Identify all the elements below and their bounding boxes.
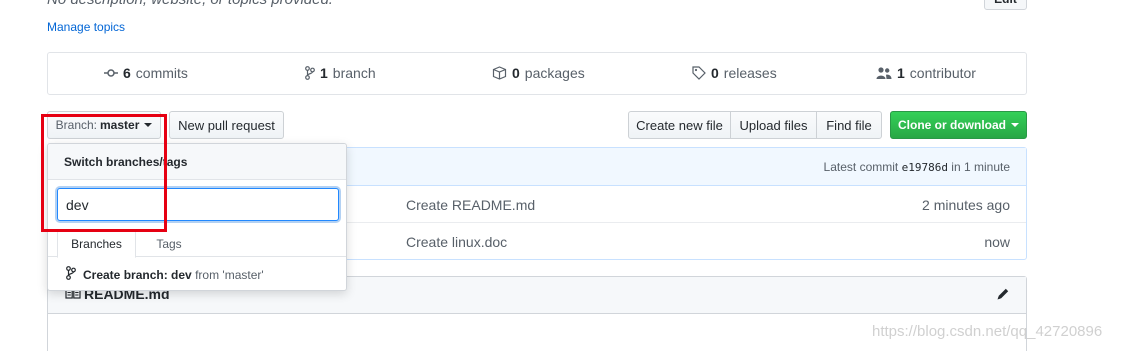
contributors-stat[interactable]: 1 contributor [876, 65, 976, 81]
branch-dropdown-tabs: Branches Tags [48, 230, 346, 258]
branch-icon [305, 66, 315, 80]
create-branch-source: from 'master' [195, 267, 264, 282]
tab-tags[interactable]: Tags [140, 230, 198, 258]
releases-count: 0 [711, 65, 719, 81]
create-branch-prefix: Create branch: [83, 267, 168, 282]
clone-label: Clone or download [898, 118, 1006, 132]
releases-stat[interactable]: 0 releases [692, 65, 777, 81]
commits-label: commits [135, 65, 188, 81]
create-branch-item[interactable]: Create branch: dev from 'master' [66, 266, 264, 283]
repo-description: No description, website, or topics provi… [47, 0, 333, 8]
file-commit-message[interactable]: Create linux.doc [406, 234, 507, 250]
branch-dropdown-title: Switch branches/tags [64, 155, 188, 169]
latest-commit-label: Latest commit [823, 160, 899, 174]
package-icon [492, 66, 507, 80]
commits-count: 6 [123, 65, 131, 81]
tag-icon [692, 66, 706, 80]
tab-branches[interactable]: Branches [57, 230, 136, 258]
branch-dropdown: Switch branches/tags Branches Tags Creat… [47, 143, 347, 291]
clone-or-download-button[interactable]: Clone or download [890, 111, 1027, 139]
edit-description-button[interactable]: Edit [984, 0, 1027, 10]
create-branch-name: dev [171, 267, 192, 282]
releases-label: releases [723, 65, 777, 81]
file-commit-age: now [984, 234, 1010, 250]
latest-commit: Latest commit e19786d in 1 minute [824, 160, 1010, 174]
packages-stat[interactable]: 0 packages [492, 65, 585, 81]
manage-topics-link[interactable]: Manage topics [47, 20, 125, 34]
file-commit-age: 2 minutes ago [922, 197, 1010, 213]
people-icon [876, 66, 892, 80]
pencil-icon[interactable] [996, 287, 1010, 304]
find-file-button[interactable]: Find file [816, 111, 882, 139]
packages-label: packages [524, 65, 585, 81]
branches-count: 1 [320, 65, 328, 81]
branch-dropdown-header: Switch branches/tags [48, 144, 346, 180]
caret-down-icon [1011, 123, 1019, 127]
caret-down-icon [144, 123, 153, 127]
commits-stat[interactable]: 6 commits [104, 65, 188, 81]
latest-commit-time: in 1 minute [951, 160, 1010, 174]
branches-stat[interactable]: 1 branch [305, 65, 376, 81]
create-new-file-button[interactable]: Create new file [628, 111, 731, 139]
watermark: https://blog.csdn.net/qq_42720896 [872, 323, 1103, 340]
upload-files-button[interactable]: Upload files [730, 111, 817, 139]
current-branch-name: master [100, 118, 140, 132]
new-pull-request-button[interactable]: New pull request [169, 111, 284, 139]
contributors-count: 1 [897, 65, 905, 81]
branch-filter-input[interactable] [57, 188, 339, 221]
repo-summary-bar: 6 commits 1 branch 0 packages 0 releases… [47, 52, 1027, 95]
contributors-label: contributor [909, 65, 976, 81]
packages-count: 0 [512, 65, 520, 81]
git-branch-icon [66, 266, 76, 283]
latest-commit-sha[interactable]: e19786d [902, 161, 948, 174]
commit-icon [104, 66, 118, 80]
branch-prefix: Branch: [55, 118, 97, 132]
file-commit-message[interactable]: Create README.md [406, 197, 535, 213]
branch-select-button[interactable]: Branch: master [47, 111, 161, 139]
branches-label: branch [332, 65, 376, 81]
